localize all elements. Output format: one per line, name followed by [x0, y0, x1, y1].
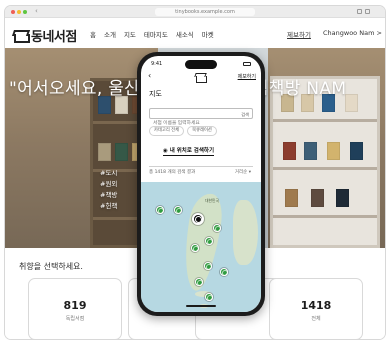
report-link[interactable]: 제보하기: [287, 29, 311, 39]
stat-label: 전체: [311, 316, 321, 322]
map-marker[interactable]: [174, 206, 182, 214]
sort-label: 거리순: [234, 170, 248, 175]
right-bookshelf: [270, 76, 380, 248]
locate-label: 내 위치로 검색하기: [169, 148, 215, 154]
menu-item-theme-map[interactable]: 테마지도: [144, 29, 168, 39]
map-marker[interactable]: [213, 224, 221, 232]
site-logo-text: 동네서점: [31, 30, 77, 45]
chevron-down-icon: ▾: [247, 170, 251, 175]
stat-card-independent[interactable]: 819 독립서점: [28, 278, 122, 339]
menu-item-market[interactable]: 마켓: [202, 29, 214, 39]
site-header: 동네서점 홈 소개 지도 테마지도 새소식 마켓 제보하기 Changwoo N…: [5, 18, 385, 48]
island-landmass: [233, 200, 258, 265]
result-count: 총 1418 개의 검색 결과: [149, 170, 196, 175]
preferences-title: 취향을 선택하세요.: [19, 262, 83, 271]
tag[interactable]: #책방: [100, 190, 117, 201]
bookstore-icon[interactable]: [194, 73, 207, 83]
back-icon[interactable]: ‹: [148, 71, 151, 80]
menu-item-news[interactable]: 새소식: [176, 29, 194, 39]
phone-screen: 9:41 ‹ 제보하기 지도 검색 카테고리 전체 북큐레이션 ◉ 내 위치로 …: [141, 56, 261, 312]
phone-mockup: 9:41 ‹ 제보하기 지도 검색 카테고리 전체 북큐레이션 ◉ 내 위치로 …: [137, 52, 265, 316]
curation-filter[interactable]: 북큐레이션: [187, 126, 217, 136]
section-divider: [149, 166, 253, 167]
home-indicator[interactable]: [186, 305, 216, 307]
share-icon[interactable]: [357, 9, 362, 14]
address-bar[interactable]: tinybooks.example.com: [155, 8, 255, 16]
map-marker[interactable]: [205, 237, 213, 245]
map-label: 대한민국: [205, 198, 219, 203]
map-marker[interactable]: [205, 293, 213, 301]
bookstore-icon: [12, 30, 30, 43]
screen-title: 지도: [149, 90, 162, 98]
app-report-link[interactable]: 제보하기: [238, 73, 256, 80]
browser-actions: [357, 9, 379, 15]
stat-card-total[interactable]: 1418 전체: [269, 278, 363, 339]
battery-icon: [243, 62, 251, 66]
search-box[interactable]: 검색: [149, 108, 253, 128]
tag[interactable]: #도시: [100, 168, 117, 179]
tag[interactable]: #원외: [100, 179, 117, 190]
app-topbar: ‹ 제보하기: [141, 70, 261, 90]
back-arrow-icon[interactable]: ‹: [35, 7, 38, 15]
phone-time: 9:41: [151, 61, 163, 67]
stat-label: 독립서점: [65, 316, 85, 322]
phone-notch: [185, 60, 217, 69]
stat-value: 819: [63, 299, 87, 312]
site-logo[interactable]: 동네서점: [12, 26, 77, 45]
map-view[interactable]: 대한민국: [141, 182, 261, 312]
filter-row: 카테고리 전체 북큐레이션: [149, 126, 217, 136]
minimize-window-dot[interactable]: [17, 10, 21, 14]
locate-button[interactable]: ◉ 내 위치로 검색하기: [163, 146, 215, 156]
stat-value: 1418: [300, 299, 332, 312]
map-marker[interactable]: [220, 268, 228, 276]
hero-tags: #도시 #원외 #책방 #헌책: [100, 168, 117, 212]
main-menu: 홈 소개 지도 테마지도 새소식 마켓: [90, 29, 214, 39]
map-marker[interactable]: [156, 206, 164, 214]
tag[interactable]: #헌책: [100, 201, 117, 212]
browser-chrome: ‹ tinybooks.example.com: [5, 6, 385, 18]
menu-item-map[interactable]: 지도: [124, 29, 136, 39]
tabs-icon[interactable]: [365, 9, 370, 14]
map-marker-selected[interactable]: [192, 213, 204, 225]
maximize-window-dot[interactable]: [23, 10, 27, 14]
menu-item-about[interactable]: 소개: [104, 29, 116, 39]
map-marker[interactable]: [195, 278, 203, 286]
map-marker[interactable]: [191, 244, 199, 252]
category-filter[interactable]: 카테고리 전체: [149, 126, 185, 136]
user-menu[interactable]: Changwoo Nam >: [323, 29, 382, 37]
location-icon: ◉: [163, 148, 170, 154]
search-button[interactable]: 검색: [241, 112, 249, 118]
menu-item-home[interactable]: 홈: [90, 29, 96, 39]
map-marker[interactable]: [204, 262, 212, 270]
close-window-dot[interactable]: [11, 10, 15, 14]
korea-landmass: [178, 191, 226, 293]
sort-dropdown[interactable]: 거리순 ▾: [235, 169, 251, 175]
